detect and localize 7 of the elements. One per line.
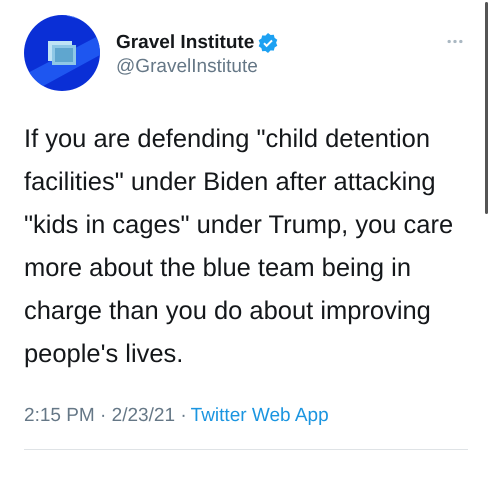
author-handle[interactable]: @GravelInstitute <box>116 55 446 79</box>
scrollbar[interactable] <box>485 2 488 214</box>
author-name[interactable]: Gravel Institute <box>116 31 254 55</box>
tweet-timestamp: 2:15 PM · 2/23/21 · <box>24 404 187 428</box>
more-options-icon[interactable] <box>446 39 464 44</box>
tweet-text: If you are defending "child detention facilities" under Biden after attacking "kids in cages" under Trump, you care more about the blue team being in charge than you do about improving people's lives. <box>24 124 454 370</box>
source-link[interactable]: Twitter Web App <box>190 402 329 430</box>
